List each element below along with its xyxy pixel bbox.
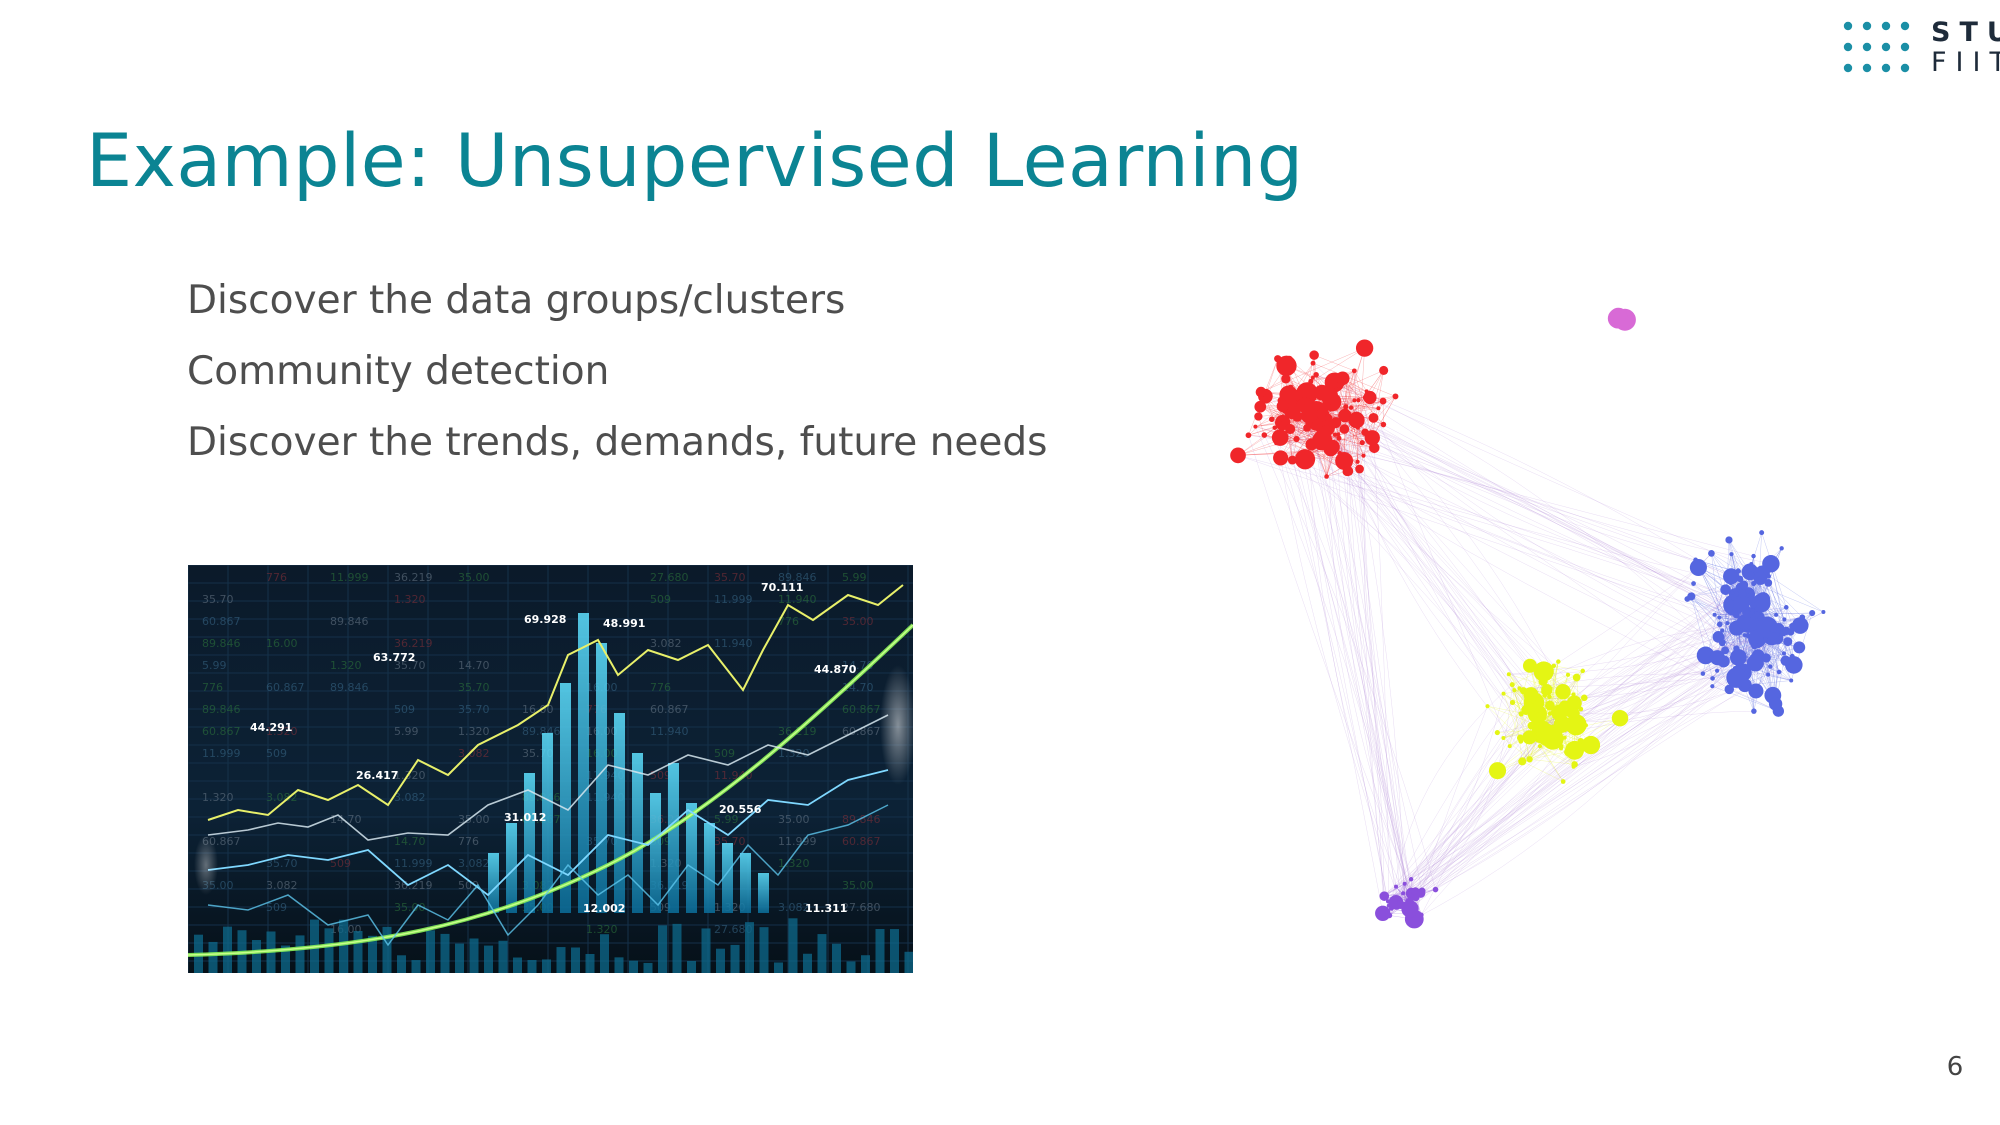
svg-text:60.867: 60.867 bbox=[842, 703, 881, 716]
svg-text:1.320: 1.320 bbox=[586, 923, 618, 936]
svg-text:12.002: 12.002 bbox=[583, 902, 625, 915]
page-number: 6 bbox=[1946, 1052, 1964, 1082]
svg-text:60.867: 60.867 bbox=[266, 681, 305, 694]
svg-text:35.00: 35.00 bbox=[842, 615, 874, 628]
svg-text:1.320: 1.320 bbox=[202, 791, 234, 804]
bullet-item: Discover the data groups/clusters bbox=[187, 278, 846, 323]
svg-text:11.940: 11.940 bbox=[778, 593, 817, 606]
logo-text-line1: STU bbox=[1931, 17, 2000, 48]
svg-text:48.991: 48.991 bbox=[603, 617, 645, 630]
svg-text:35.00: 35.00 bbox=[394, 901, 426, 914]
svg-text:11.311: 11.311 bbox=[805, 902, 847, 915]
svg-text:14.70: 14.70 bbox=[330, 813, 362, 826]
svg-text:89.846: 89.846 bbox=[522, 725, 561, 738]
svg-text:89.846: 89.846 bbox=[202, 703, 241, 716]
svg-text:60.867: 60.867 bbox=[202, 615, 241, 628]
svg-text:776: 776 bbox=[458, 835, 479, 848]
slide-title: Example: Unsupervised Learning bbox=[86, 119, 1304, 204]
svg-text:509: 509 bbox=[266, 901, 287, 914]
svg-text:60.867: 60.867 bbox=[842, 835, 881, 848]
svg-text:509: 509 bbox=[266, 747, 287, 760]
svg-text:5.99: 5.99 bbox=[394, 725, 419, 738]
svg-text:20.556: 20.556 bbox=[719, 803, 762, 816]
svg-text:3.082: 3.082 bbox=[394, 791, 426, 804]
svg-text:70.111: 70.111 bbox=[761, 581, 803, 594]
svg-text:89.846: 89.846 bbox=[330, 615, 369, 628]
svg-text:35.70: 35.70 bbox=[458, 681, 490, 694]
svg-text:1.320: 1.320 bbox=[458, 725, 490, 738]
svg-text:776: 776 bbox=[202, 681, 223, 694]
svg-text:44.291: 44.291 bbox=[250, 721, 292, 734]
svg-text:11.940: 11.940 bbox=[650, 725, 689, 738]
svg-text:11.999: 11.999 bbox=[394, 857, 433, 870]
svg-text:16.00: 16.00 bbox=[266, 637, 298, 650]
svg-text:14.70: 14.70 bbox=[458, 659, 490, 672]
stu-fiit-logo: STU FIIT bbox=[1842, 18, 2000, 78]
svg-text:89.846: 89.846 bbox=[202, 637, 241, 650]
svg-text:35.00: 35.00 bbox=[458, 571, 490, 584]
svg-text:5.99: 5.99 bbox=[202, 659, 227, 672]
svg-text:60.867: 60.867 bbox=[842, 725, 881, 738]
svg-text:26.417: 26.417 bbox=[356, 769, 398, 782]
svg-text:11.999: 11.999 bbox=[714, 593, 753, 606]
svg-text:60.867: 60.867 bbox=[650, 703, 689, 716]
svg-text:776: 776 bbox=[266, 571, 287, 584]
svg-text:776: 776 bbox=[650, 681, 671, 694]
bullet-item: Discover the trends, demands, future nee… bbox=[187, 420, 1048, 465]
svg-text:11.999: 11.999 bbox=[202, 747, 241, 760]
svg-text:11.999: 11.999 bbox=[330, 571, 369, 584]
svg-text:89.846: 89.846 bbox=[842, 813, 881, 826]
svg-text:36.219: 36.219 bbox=[394, 571, 433, 584]
svg-text:11.940: 11.940 bbox=[714, 637, 753, 650]
community-network-graph bbox=[1230, 307, 1826, 929]
svg-text:3.082: 3.082 bbox=[650, 637, 682, 650]
svg-text:509: 509 bbox=[394, 703, 415, 716]
logo-dots-icon bbox=[1843, 21, 1910, 73]
svg-text:31.012: 31.012 bbox=[504, 811, 546, 824]
svg-text:44.870: 44.870 bbox=[814, 663, 857, 676]
svg-text:509: 509 bbox=[714, 747, 735, 760]
svg-text:1.320: 1.320 bbox=[330, 659, 362, 672]
svg-text:89.846: 89.846 bbox=[330, 681, 369, 694]
svg-text:14.70: 14.70 bbox=[394, 835, 426, 848]
svg-text:3.082: 3.082 bbox=[458, 857, 490, 870]
svg-text:35.70: 35.70 bbox=[458, 703, 490, 716]
svg-text:69.928: 69.928 bbox=[524, 613, 566, 626]
bullet-list: Discover the data groups/clusters Commun… bbox=[187, 265, 1047, 478]
svg-text:35.00: 35.00 bbox=[778, 813, 810, 826]
svg-text:35.70: 35.70 bbox=[202, 593, 234, 606]
svg-text:509: 509 bbox=[650, 769, 671, 782]
svg-text:27.680: 27.680 bbox=[650, 571, 689, 584]
svg-text:11.999: 11.999 bbox=[778, 835, 817, 848]
logo-text-line2: FIIT bbox=[1931, 47, 2000, 78]
svg-text:36.219: 36.219 bbox=[394, 637, 433, 650]
svg-text:63.772: 63.772 bbox=[373, 651, 415, 664]
svg-text:60.867: 60.867 bbox=[202, 725, 241, 738]
svg-text:35.00: 35.00 bbox=[842, 879, 874, 892]
svg-text:1.320: 1.320 bbox=[394, 593, 426, 606]
svg-text:35.70: 35.70 bbox=[714, 571, 746, 584]
svg-text:36.219: 36.219 bbox=[394, 879, 433, 892]
stock-market-image: 776 11.999 36.219 35.00 27.680 35.70 89.846 5.9… bbox=[188, 565, 913, 973]
svg-text:509: 509 bbox=[650, 593, 671, 606]
svg-text:27.680: 27.680 bbox=[842, 901, 881, 914]
svg-text:3.082: 3.082 bbox=[266, 791, 298, 804]
svg-text:3.082: 3.082 bbox=[266, 879, 298, 892]
svg-text:5.99: 5.99 bbox=[842, 571, 867, 584]
bullet-item: Community detection bbox=[187, 349, 610, 394]
